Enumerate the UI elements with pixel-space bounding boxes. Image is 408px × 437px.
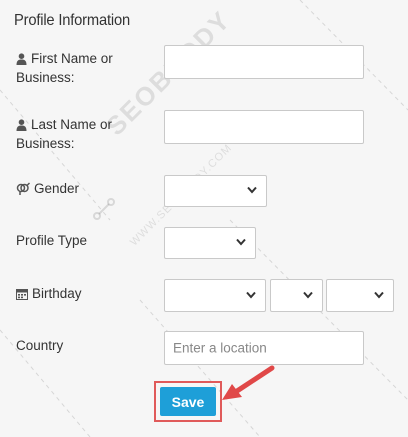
profile-type-select[interactable] bbox=[164, 227, 256, 259]
country-input[interactable]: Enter a location bbox=[164, 331, 364, 365]
country-label: Country bbox=[16, 337, 63, 354]
chevron-down-icon bbox=[374, 291, 384, 299]
annotation-arrow-icon bbox=[222, 365, 275, 400]
page-title: Profile Information bbox=[14, 12, 130, 29]
first-name-label-line1: First Name or bbox=[31, 51, 113, 66]
country-placeholder: Enter a location bbox=[173, 340, 267, 356]
watermark-logo-icon bbox=[93, 198, 115, 220]
birthday-label-text: Birthday bbox=[32, 286, 82, 301]
birthday-label: Birthday bbox=[16, 285, 82, 304]
last-name-label-line2: Business: bbox=[16, 136, 75, 151]
last-name-label-line1: Last Name or bbox=[31, 117, 113, 132]
user-icon bbox=[16, 52, 27, 69]
birthday-month-select[interactable] bbox=[164, 279, 266, 312]
first-name-input[interactable] bbox=[164, 45, 364, 79]
profile-type-label-text: Profile Type bbox=[16, 233, 88, 248]
calendar-icon bbox=[16, 287, 28, 304]
user-icon bbox=[16, 118, 27, 135]
birthday-year-select[interactable] bbox=[326, 279, 394, 312]
profile-type-label: Profile Type bbox=[16, 232, 87, 249]
gender-icon bbox=[16, 182, 31, 199]
birthday-day-select[interactable] bbox=[270, 279, 323, 312]
save-button-highlight: Save bbox=[154, 381, 222, 422]
save-button[interactable]: Save bbox=[160, 387, 216, 416]
chevron-down-icon bbox=[236, 238, 246, 246]
gender-select[interactable] bbox=[164, 175, 267, 207]
chevron-down-icon bbox=[247, 186, 257, 194]
chevron-down-icon bbox=[246, 291, 256, 299]
last-name-label: Last Name or Business: bbox=[16, 116, 112, 152]
chevron-down-icon bbox=[303, 291, 313, 299]
gender-label-text: Gender bbox=[34, 181, 80, 196]
country-label-text: Country bbox=[16, 338, 64, 353]
last-name-input[interactable] bbox=[164, 110, 364, 144]
gender-label: Gender bbox=[16, 180, 79, 199]
first-name-label: First Name or Business: bbox=[16, 50, 113, 86]
first-name-label-line2: Business: bbox=[16, 70, 75, 85]
